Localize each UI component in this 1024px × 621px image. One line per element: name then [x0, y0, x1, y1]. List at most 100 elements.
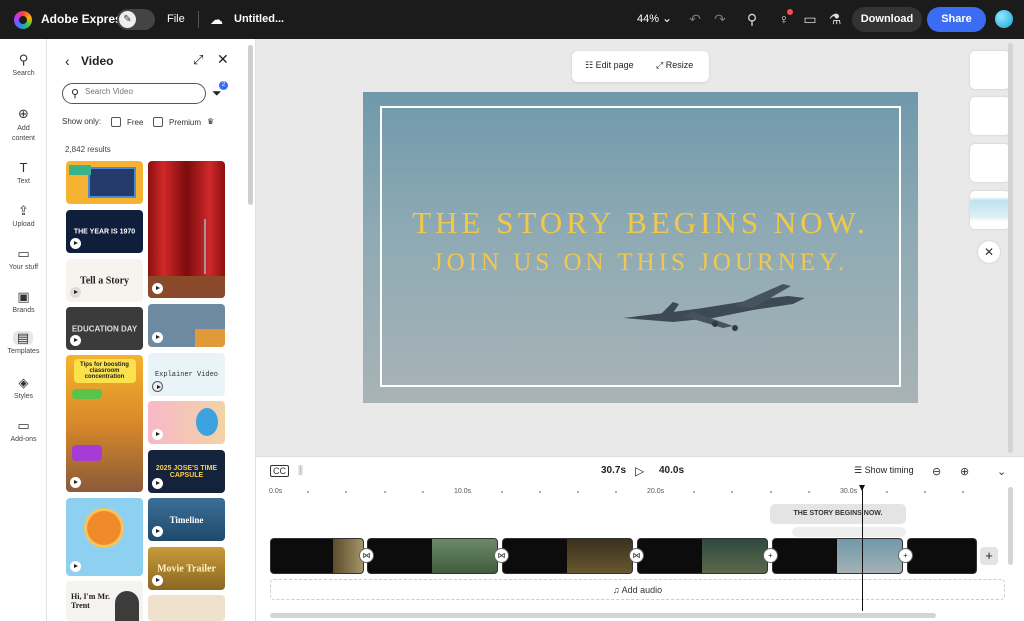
rail-item-add-content[interactable]: ⊕ Add content: [0, 107, 47, 144]
canvas-scrollbar[interactable]: [1008, 43, 1013, 453]
rail-item-search[interactable]: ⚲ Search: [0, 53, 47, 78]
template-thumbnail[interactable]: Timeline: [148, 498, 225, 541]
premium-checkbox[interactable]: [153, 117, 163, 127]
play-icon: [152, 283, 163, 294]
add-transition-icon[interactable]: +: [898, 548, 913, 563]
page-thumbnail[interactable]: [970, 191, 1010, 229]
play-icon: [152, 332, 163, 343]
timing-icon: ☰: [854, 465, 865, 475]
transition-icon[interactable]: ⋈: [359, 548, 374, 563]
invite-icon[interactable]: ⚲: [743, 11, 761, 28]
video-clip[interactable]: [772, 538, 903, 574]
video-clip[interactable]: [270, 538, 364, 574]
playhead[interactable]: [859, 485, 865, 611]
show-timing-button[interactable]: ☰ Show timing: [854, 465, 914, 476]
search-box[interactable]: ⚲: [62, 83, 206, 104]
template-thumbnail[interactable]: Hi, I'm Mr. Trent: [66, 581, 143, 621]
video-clip[interactable]: [502, 538, 633, 574]
rail-item-your-stuff[interactable]: ▭ Your stuff: [0, 247, 47, 272]
add-transition-icon[interactable]: +: [763, 548, 778, 563]
airplane-image[interactable]: [613, 278, 813, 338]
upload-icon: ⇪: [18, 203, 29, 218]
template-thumbnail[interactable]: [148, 161, 225, 298]
rail-item-styles[interactable]: ◈ Styles: [0, 375, 47, 401]
redo-icon[interactable]: ↷: [711, 11, 729, 28]
zoom-level[interactable]: 44%: [637, 13, 659, 25]
adobe-express-logo[interactable]: [14, 11, 32, 29]
panel-scrollbar[interactable]: [248, 45, 253, 205]
rail-item-add-ons[interactable]: ▭ Add-ons: [0, 419, 47, 444]
transition-icon[interactable]: ⋈: [629, 548, 644, 563]
comment-icon[interactable]: ▭: [801, 11, 819, 28]
search-input[interactable]: [85, 87, 200, 96]
free-checkbox[interactable]: [111, 117, 121, 127]
video-clip[interactable]: [367, 538, 498, 574]
template-thumbnail[interactable]: Explainer Video: [148, 353, 225, 396]
template-thumbnail[interactable]: [66, 498, 143, 576]
zoom-in-icon[interactable]: ⊕: [960, 465, 969, 478]
styles-icon: ◈: [18, 375, 29, 390]
page-thumbnail[interactable]: [970, 51, 1010, 89]
file-menu[interactable]: File: [167, 13, 185, 25]
left-rail: ⚲ Search ⊕ Add content T Text ⇪ Upload ▭…: [0, 39, 47, 621]
slide-headline[interactable]: THE STORY BEGINS NOW.: [363, 205, 918, 241]
slide-subheadline[interactable]: JOIN US ON THIS JOURNEY.: [363, 249, 918, 277]
chevron-down-icon[interactable]: ⌄: [997, 465, 1006, 478]
video-clip[interactable]: [907, 538, 977, 574]
template-thumbnail[interactable]: 2025 JOSE'S TIME CAPSULE: [148, 450, 225, 493]
undo-icon[interactable]: ↶: [686, 11, 704, 28]
play-icon[interactable]: ▷: [635, 464, 644, 478]
rail-item-text[interactable]: T Text: [0, 161, 47, 186]
chevron-down-icon[interactable]: ⌄: [662, 11, 672, 25]
results-count: 2,842 results: [65, 145, 111, 154]
template-thumbnail[interactable]: [66, 161, 143, 204]
topbar-divider: [198, 11, 199, 28]
page-thumbnail[interactable]: [970, 97, 1010, 135]
slide-canvas[interactable]: THE STORY BEGINS NOW. JOIN US ON THIS JO…: [363, 92, 918, 403]
rail-label: Add content: [12, 125, 35, 142]
thumbnail-label: Tell a Story: [79, 275, 130, 286]
split-icon[interactable]: ⫼: [298, 465, 303, 478]
share-button[interactable]: Share: [927, 7, 986, 32]
close-icon[interactable]: ✕: [978, 241, 1000, 263]
expand-icon[interactable]: ⤢: [193, 52, 203, 68]
text-track-clip[interactable]: THE STORY BEGINS NOW.: [770, 504, 906, 524]
thumbnail-label: 2025 JOSE'S TIME CAPSULE: [155, 464, 218, 479]
captions-icon[interactable]: CC: [270, 465, 289, 477]
template-thumbnail[interactable]: [148, 595, 225, 621]
template-thumbnail[interactable]: Tips for boosting classroom concentratio…: [66, 355, 143, 492]
mode-toggle[interactable]: ✎: [117, 9, 155, 30]
template-thumbnail[interactable]: THE YEAR IS 1970: [66, 210, 143, 253]
add-clip-button[interactable]: +: [980, 547, 998, 565]
lab-icon[interactable]: ⚗: [826, 11, 844, 28]
timeline-horizontal-scrollbar[interactable]: [270, 613, 936, 618]
slide-frame: [380, 106, 901, 387]
transition-icon[interactable]: ⋈: [494, 548, 509, 563]
page-thumbnail[interactable]: [970, 144, 1010, 182]
resize-button[interactable]: ⤢ Resize: [656, 60, 693, 71]
cloud-sync-icon[interactable]: ☁: [210, 12, 223, 28]
template-thumbnail[interactable]: [148, 304, 225, 347]
template-thumbnail[interactable]: EDUCATION DAY: [66, 307, 143, 350]
thumbnail-label: Timeline: [169, 514, 204, 525]
timeline-vertical-scrollbar[interactable]: [1008, 487, 1013, 565]
zoom-out-icon[interactable]: ⊖: [932, 465, 941, 478]
rail-item-templates[interactable]: ▤ Templates: [0, 331, 47, 356]
text-track-clip-secondary[interactable]: [792, 527, 906, 537]
document-title[interactable]: Untitled...: [234, 13, 284, 25]
add-audio-button[interactable]: ♫ Add audio: [270, 579, 1005, 600]
play-icon: [152, 478, 163, 489]
close-icon[interactable]: ✕: [217, 51, 229, 68]
template-thumbnail[interactable]: [148, 401, 225, 444]
back-icon[interactable]: ‹: [65, 53, 70, 69]
template-thumbnail[interactable]: Tell a Story: [66, 259, 143, 302]
video-clip[interactable]: [637, 538, 768, 574]
filter-count-badge: 2: [219, 81, 228, 90]
rail-item-brands[interactable]: ▣ Brands: [0, 290, 47, 315]
download-button[interactable]: Download: [852, 7, 922, 32]
rail-item-upload[interactable]: ⇪ Upload: [0, 203, 47, 229]
template-thumbnail[interactable]: Movie Trailer: [148, 547, 225, 590]
avatar[interactable]: [995, 10, 1013, 28]
edit-page-button[interactable]: ☷ Edit page: [585, 60, 634, 71]
edit-toolbar: ☷ Edit page ⤢ Resize: [572, 51, 709, 82]
